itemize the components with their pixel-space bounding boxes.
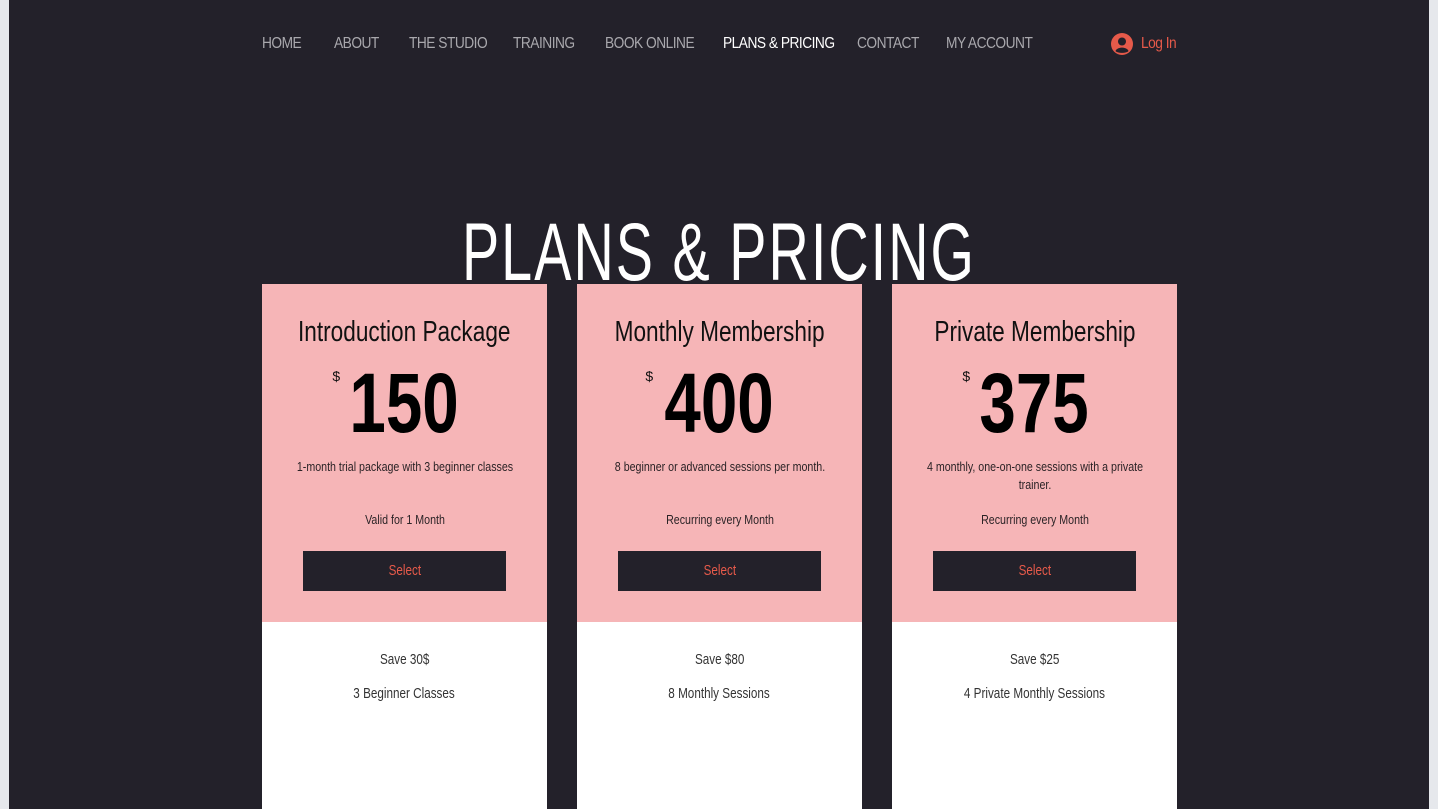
select-button[interactable]: Select — [618, 551, 821, 591]
user-avatar-icon — [1111, 33, 1133, 55]
nav-item-plans-pricing[interactable]: PLANS & PRICING — [723, 33, 835, 55]
nav-item-book-online[interactable]: BOOK ONLINE — [605, 33, 695, 55]
plan-validity: Recurring every Month — [980, 512, 1089, 527]
plan-name: Private Membership — [933, 316, 1136, 348]
nav-item-training[interactable]: TRAINING — [513, 33, 575, 55]
currency-symbol: $ — [332, 368, 341, 384]
page: HOME ABOUT THE STUDIO TRAINING BOOK ONLI… — [9, 0, 1429, 809]
plan-price: $ 400 — [577, 356, 862, 450]
login-button[interactable]: Log In — [1111, 32, 1182, 56]
plan-feature: Save $80 — [694, 651, 745, 668]
price-amount: 400 — [664, 356, 775, 450]
nav-item-contact[interactable]: CONTACT — [857, 33, 919, 55]
currency-symbol: $ — [962, 368, 971, 384]
plan-name: Introduction Package — [298, 316, 511, 348]
plan-feature: Save 30$ — [379, 651, 430, 668]
plan-feature: 8 Monthly Sessions — [668, 685, 771, 702]
main-nav: HOME ABOUT THE STUDIO TRAINING BOOK ONLI… — [9, 33, 1429, 57]
plan-validity: Valid for 1 Month — [364, 512, 445, 527]
select-button[interactable]: Select — [303, 551, 506, 591]
plan-validity: Recurring every Month — [665, 512, 774, 527]
login-label: Log In — [1141, 35, 1177, 52]
plan-feature: 4 Private Monthly Sessions — [963, 685, 1106, 702]
select-button[interactable]: Select — [933, 551, 1136, 591]
plan-feature: Save $25 — [1009, 651, 1060, 668]
plan-card-header: Monthly Membership $ 400 8 beginner or a… — [577, 284, 862, 622]
plan-description: 4 monthly, one-on-one sessions with a pr… — [926, 459, 1143, 492]
plan-card-header: Private Membership $ 375 4 monthly, one-… — [892, 284, 1177, 622]
plan-description: 1-month trial package with 3 beginner cl… — [296, 459, 513, 474]
plan-price: $ 375 — [892, 356, 1177, 450]
currency-symbol: $ — [645, 368, 654, 384]
plan-description: 8 beginner or advanced sessions per mont… — [614, 459, 825, 474]
nav-item-my-account[interactable]: MY ACCOUNT — [946, 33, 1033, 55]
nav-item-home[interactable]: HOME — [262, 33, 302, 55]
price-amount: 375 — [979, 356, 1090, 450]
plan-card-header: Introduction Package $ 150 1-month trial… — [262, 284, 547, 622]
plan-card-introduction: Introduction Package $ 150 1-month trial… — [262, 284, 547, 809]
plan-price: $ 150 — [262, 356, 547, 450]
plan-card-private: Private Membership $ 375 4 monthly, one-… — [892, 284, 1177, 809]
nav-item-the-studio[interactable]: THE STUDIO — [409, 33, 488, 55]
plan-card-monthly: Monthly Membership $ 400 8 beginner or a… — [577, 284, 862, 809]
plan-name: Monthly Membership — [614, 316, 825, 348]
nav-item-about[interactable]: ABOUT — [334, 33, 379, 55]
price-amount: 150 — [349, 356, 460, 450]
plan-feature: 3 Beginner Classes — [353, 685, 456, 702]
